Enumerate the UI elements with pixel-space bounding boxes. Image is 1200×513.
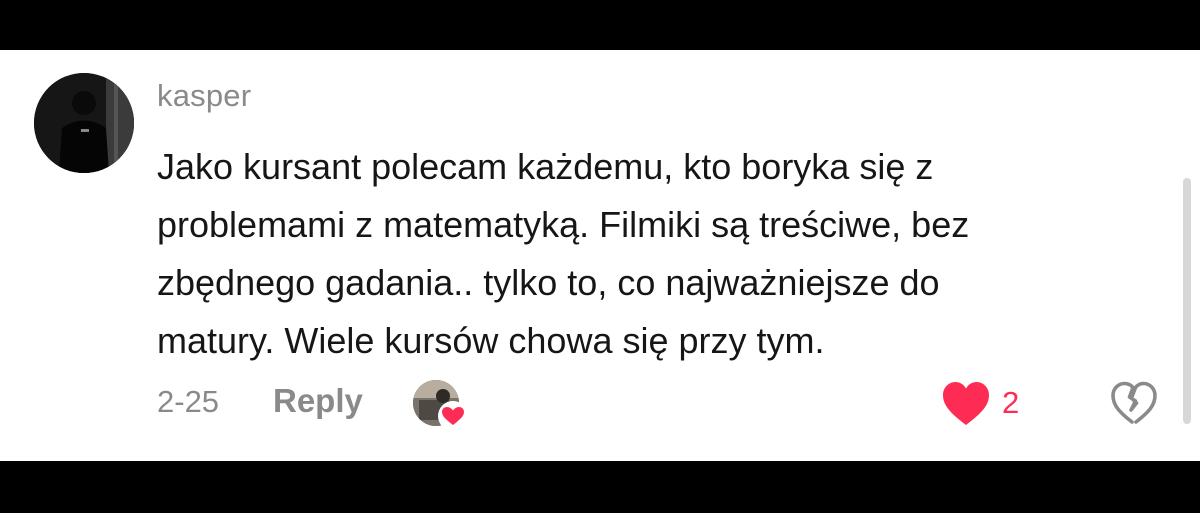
comment-line: zbędnego gadania.. tylko to, co najważni… bbox=[157, 262, 940, 303]
comment-line: matury. Wiele kursów chowa się przy tym. bbox=[157, 320, 825, 361]
heart-icon[interactable] bbox=[941, 380, 991, 428]
top-black-bar bbox=[0, 0, 1200, 50]
username[interactable]: kasper bbox=[157, 78, 251, 114]
creator-liked-heart-icon bbox=[438, 401, 468, 431]
like-count: 2 bbox=[1002, 385, 1020, 420]
user-avatar[interactable] bbox=[34, 73, 134, 173]
broken-heart-icon[interactable] bbox=[1110, 380, 1158, 426]
comment-date: 2-25 bbox=[157, 384, 220, 419]
scrollbar-thumb[interactable] bbox=[1183, 178, 1191, 424]
comment-panel: kasper Jako kursant polecam każdemu, kto… bbox=[0, 50, 1200, 461]
comment-line: problemami z matematyką. Filmiki są treś… bbox=[157, 204, 970, 245]
bottom-black-bar bbox=[0, 461, 1200, 513]
reply-button[interactable]: Reply bbox=[273, 382, 363, 420]
comment-line: Jako kursant polecam każdemu, kto boryka… bbox=[157, 146, 934, 187]
avatar-image bbox=[34, 73, 134, 173]
comment-text: Jako kursant polecam każdemu, kto boryka… bbox=[157, 138, 1157, 370]
